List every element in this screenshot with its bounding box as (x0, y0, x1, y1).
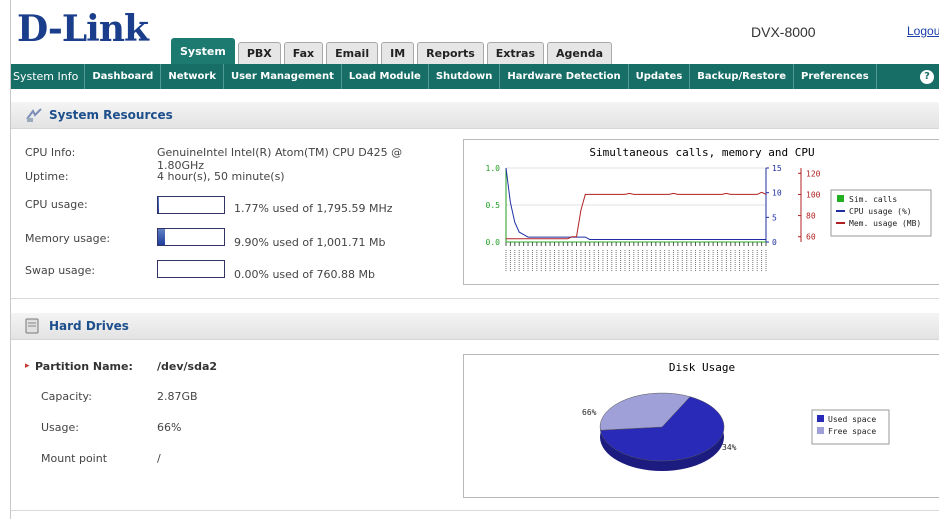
tab-email[interactable]: Email (326, 42, 379, 65)
partition-label: Partition Name: (35, 360, 133, 373)
series-line-2 (506, 191, 767, 240)
mid-tick-label: 10 (772, 189, 782, 198)
usage-label: Usage: (41, 421, 79, 434)
chart-x-ticks (505, 242, 767, 272)
right-tick-label: 80 (806, 212, 816, 221)
right-tick-label: 120 (806, 169, 821, 178)
left-tick-label: 0.0 (486, 238, 501, 247)
tab-agenda[interactable]: Agenda (547, 42, 612, 65)
nav-load-module[interactable]: Load Module (342, 64, 429, 89)
cpu-usage-label: CPU usage: (25, 198, 88, 211)
tab-reports[interactable]: Reports (417, 42, 484, 65)
main-tabs: System PBX Fax Email IM Reports Extras A… (171, 38, 612, 65)
pie-value-label: 34% (722, 443, 737, 452)
tab-fax[interactable]: Fax (283, 42, 324, 65)
nav-hardware-detection[interactable]: Hardware Detection (500, 64, 629, 89)
disk-usage-chart-box: Disk Usage 66% 34% Used space Free space (463, 354, 939, 498)
header: D-Link System PBX Fax Email IM Reports E… (11, 0, 939, 65)
cpu-usage-bar-fill (158, 197, 160, 213)
help-icon[interactable]: ? (920, 69, 934, 84)
capacity-value: 2.87GB (157, 390, 198, 403)
tab-pbx[interactable]: PBX (237, 42, 281, 65)
system-resources-header: System Resources (11, 102, 939, 129)
legend-label: Mem. usage (MB) (849, 219, 921, 228)
right-tick-label: 100 (806, 190, 821, 199)
hard-drive-icon (25, 318, 39, 334)
hard-drives-header: Hard Drives (11, 313, 939, 340)
cpu-info-label: CPU Info: (25, 146, 76, 159)
pie-legend: Used space Free space (811, 409, 890, 445)
usage-value: 66% (157, 421, 182, 434)
chart-legend: Sim. calls CPU usage (%) Mem. usage (MB) (830, 189, 932, 237)
memory-usage-bar-fill (158, 229, 165, 245)
capacity-label: Capacity: (41, 390, 92, 403)
mid-tick-label: 0 (772, 238, 777, 247)
app-frame: D-Link System PBX Fax Email IM Reports E… (10, 0, 939, 519)
resources-line-chart: Simultaneous calls, memory and CPU 0.0 0.… (486, 146, 932, 272)
mount-value: / (157, 452, 161, 465)
partition-row: ▸ Partition Name: /dev/sda2 (11, 360, 451, 376)
swap-usage-bar (157, 260, 225, 278)
system-resources-icon (26, 108, 42, 122)
legend-swatch (837, 195, 844, 202)
legend-label: CPU usage (%) (849, 207, 912, 216)
pie-legend-label: Used space (828, 415, 876, 424)
brand-logo[interactable]: D-Link (17, 8, 149, 50)
cpu-usage-row: CPU usage: 1.77% used of 1,795.59 MHz (11, 196, 451, 216)
nav-network[interactable]: Network (161, 64, 224, 89)
left-tick-label: 1.0 (486, 164, 501, 173)
nav-shutdown[interactable]: Shutdown (429, 64, 501, 89)
resources-chart-box: Simultaneous calls, memory and CPU 0.0 0.… (463, 139, 939, 285)
cpu-usage-text: 1.77% used of 1,795.59 MHz (234, 202, 393, 215)
cpu-usage-bar (157, 196, 225, 214)
nav-dashboard[interactable]: Dashboard (85, 64, 162, 89)
memory-usage-label: Memory usage: (25, 232, 111, 245)
partition-value: /dev/sda2 (157, 360, 218, 373)
tab-im[interactable]: IM (381, 42, 415, 65)
swap-usage-row: Swap usage: 0.00% used of 760.88 Mb (11, 260, 451, 281)
nav-preferences[interactable]: Preferences (794, 64, 877, 89)
disk-usage-pie-chart: Disk Usage 66% 34% Used space Free space (582, 361, 890, 471)
pie-title: Disk Usage (669, 361, 735, 374)
pie-legend-swatch (817, 427, 824, 434)
pie-body: 66% 34% (582, 392, 737, 471)
mid-tick-label: 15 (772, 164, 782, 173)
logout-link[interactable]: Logout (907, 24, 939, 38)
nav-backup-restore[interactable]: Backup/Restore (690, 64, 794, 89)
hard-drives-title: Hard Drives (49, 319, 129, 333)
pie-legend-swatch (817, 415, 824, 422)
uptime-label: Uptime: (25, 170, 69, 183)
system-resources-title: System Resources (49, 108, 173, 122)
uptime-value: 4 hour(s), 50 minute(s) (157, 170, 285, 183)
chart-grid (506, 167, 766, 243)
nav-updates[interactable]: Updates (629, 64, 691, 89)
tab-system[interactable]: System (171, 38, 235, 65)
cpu-info-value: GenuineIntel Intel(R) Atom(TM) CPU D425 … (157, 146, 403, 172)
series-line-1 (505, 167, 766, 240)
legend-label: Sim. calls (849, 195, 897, 204)
right-tick-label: 60 (806, 233, 816, 242)
memory-usage-text: 9.90% used of 1,001.71 Mb (234, 236, 386, 249)
pie-legend-label: Free space (828, 427, 876, 436)
arrow-right-icon: ▸ (25, 361, 30, 371)
chart-title: Simultaneous calls, memory and CPU (589, 146, 814, 159)
memory-usage-row: Memory usage: 9.90% used of 1,001.71 Mb (11, 228, 451, 249)
nav-user-management[interactable]: User Management (224, 64, 342, 89)
mount-label: Mount point (41, 452, 108, 465)
tab-extras[interactable]: Extras (486, 42, 545, 65)
device-model: DVX-8000 (751, 24, 816, 40)
mid-tick-label: 5 (772, 213, 777, 222)
left-tick-label: 0.5 (486, 201, 501, 210)
memory-usage-bar (157, 228, 225, 246)
swap-usage-label: Swap usage: (25, 264, 96, 277)
nav-system-info[interactable]: System Info (11, 64, 86, 89)
sub-nav: System Info Dashboard Network User Manag… (11, 64, 939, 89)
swap-usage-text: 0.00% used of 760.88 Mb (234, 268, 375, 281)
pie-value-label: 66% (582, 408, 597, 417)
